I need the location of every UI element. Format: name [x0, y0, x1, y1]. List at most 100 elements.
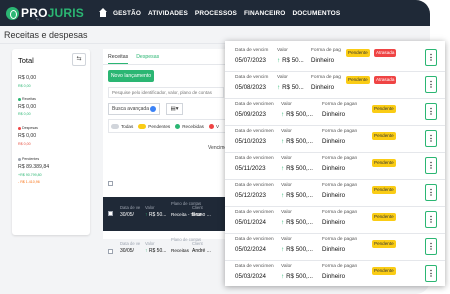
status-badge-pending: Pendente — [372, 159, 396, 167]
nav-item-atividades[interactable]: ATIVIDADES — [148, 10, 188, 17]
more-options-button[interactable]: ⋮ — [425, 211, 437, 228]
nav-item-documentos[interactable]: DOCUMENTOS — [292, 10, 340, 17]
amount: ↑ R$ 500,... — [281, 138, 313, 145]
despesas-dot-icon — [18, 126, 21, 130]
amount: ↑ R$ 50... — [277, 57, 304, 64]
installment-row[interactable]: Data de vencimen 05/09/2023 Valor ↑ R$ 500,.… — [225, 99, 445, 126]
nav-item-gestao[interactable]: GESTÃO — [113, 10, 141, 17]
arrow-up-icon: ↑ — [281, 219, 285, 226]
installment-row[interactable]: Data de vencimen 05/03/2024 Valor ↑ R$ 500,.… — [225, 261, 445, 286]
payment-method: Dinheiro — [322, 219, 346, 226]
installment-row[interactable]: Data de vencim 05/07/2023 Valor ↑ R$ 50... Fo… — [225, 45, 445, 72]
filter-recebidas[interactable]: Recebidas — [175, 123, 204, 129]
installment-row[interactable]: Data de vencim 05/08/2023 Valor ↑ R$ 50... Fo… — [225, 72, 445, 99]
due-label: Data de ve — [120, 241, 141, 246]
client-label: Client — [192, 205, 203, 210]
summary-toggle-button[interactable]: ⇆ — [72, 53, 86, 66]
installments-popup: Data de vencim 05/07/2023 Valor ↑ R$ 50... Fo… — [225, 41, 445, 286]
more-options-button[interactable]: ⋮ — [425, 184, 437, 201]
nav-menu: GESTÃO ATIVIDADES PROCESSOS FINANCEIRO D… — [113, 10, 347, 17]
logo-text: PROJURIS — [21, 6, 84, 20]
receitas-dot-icon — [18, 97, 21, 101]
receitas-sub: R$ 0,00 — [18, 112, 31, 116]
due-date: 30/05/ — [120, 212, 134, 218]
status-badge-late: Atrasada — [374, 49, 397, 57]
filter-pendentes[interactable]: Pendentes — [138, 123, 170, 129]
summary-card: Total ⇆ R$ 0,00 R$ 0,00 Receitas R$ 0,00… — [12, 49, 90, 235]
tab-receitas[interactable]: Receitas — [108, 54, 129, 64]
summary-title: Total — [18, 56, 34, 65]
filter-vencidas[interactable]: V — [208, 123, 219, 129]
top-navbar: PROJURIS by ... GESTÃO ATIVIDADES PROCES… — [0, 0, 430, 26]
receitas-label: Receitas — [18, 97, 36, 101]
row-checkbox[interactable] — [108, 211, 113, 216]
payment-method: Dinheiro — [322, 138, 346, 145]
value-label: Valor — [281, 129, 292, 134]
amount: ↑ R$ 500,... — [281, 165, 313, 172]
payment-method: Dinheiro — [311, 84, 335, 91]
more-options-button[interactable]: ⋮ — [425, 103, 437, 120]
payment-label: Forma de pagan — [322, 183, 358, 188]
toggle-icon — [111, 123, 119, 129]
due-date: 05/01/2024 — [235, 219, 266, 226]
due-label: Data de vencimen — [235, 102, 274, 107]
due-date: 05/03/2024 — [235, 273, 266, 280]
logo[interactable]: PROJURIS — [6, 0, 84, 26]
due-date: 05/08/2023 — [235, 84, 266, 91]
tab-bar: Receitas Despesas — [108, 54, 167, 64]
amount: ↑ R$ 500,... — [281, 273, 313, 280]
more-options-button[interactable]: ⋮ — [425, 265, 437, 282]
logo-tagline: by ... — [36, 17, 43, 21]
logo-mark-icon — [6, 6, 19, 20]
value-label: Valor — [277, 48, 288, 53]
pendentes-value: R$ 89.389,84 — [18, 164, 50, 170]
row-checkbox[interactable] — [108, 249, 113, 254]
payment-method: Dinheiro — [322, 165, 346, 172]
receitas-value: R$ 0,00 — [18, 104, 37, 110]
due-label: Data de vencimen — [235, 156, 274, 161]
status-badge-pending: Pendente — [372, 240, 396, 248]
status-badge-pending: Pendente — [372, 186, 396, 194]
payment-label: Forma de pagan — [322, 237, 358, 242]
home-icon[interactable] — [98, 8, 108, 18]
export-button[interactable]: ▤▾ — [166, 103, 183, 115]
arrow-up-icon: ↑ — [281, 165, 285, 172]
status-badge-pending: Pendente — [346, 49, 370, 57]
payment-method: Dinheiro — [322, 192, 346, 199]
more-options-button[interactable]: ⋮ — [425, 130, 437, 147]
installment-row[interactable]: Data de vencimen 05/01/2024 Valor ↑ R$ 500,.… — [225, 207, 445, 234]
value-label: Valor — [281, 264, 292, 269]
value-label: Valor — [277, 75, 288, 80]
status-badge-pending: Pendente — [372, 213, 396, 221]
nav-item-processos[interactable]: PROCESSOS — [195, 10, 237, 17]
installment-row[interactable]: Data de vencimen 05/02/2024 Valor ↑ R$ 500,.… — [225, 234, 445, 261]
toggle-icon — [175, 123, 181, 129]
more-options-button[interactable]: ⋮ — [425, 49, 437, 66]
new-entry-button[interactable]: Novo lançamento — [108, 70, 154, 82]
client-name: Bruno ... — [192, 212, 211, 218]
value-label: Valor — [145, 205, 155, 210]
kebab-icon: ⋮ — [427, 215, 435, 224]
more-options-button[interactable]: ⋮ — [425, 238, 437, 255]
status-badge-pending: Pendente — [372, 267, 396, 275]
select-all-checkbox[interactable] — [108, 181, 113, 186]
value-label: Valor — [281, 183, 292, 188]
installment-row[interactable]: Data de vencimen 05/10/2023 Valor ↑ R$ 500,.… — [225, 126, 445, 153]
tab-despesas[interactable]: Despesas — [136, 54, 159, 64]
advanced-search-button[interactable]: Busca avançada — [108, 103, 160, 115]
kebab-icon: ⋮ — [427, 269, 435, 278]
arrow-up-icon: ↑ — [281, 273, 285, 280]
more-options-button[interactable]: ⋮ — [425, 157, 437, 174]
more-options-button[interactable]: ⋮ — [425, 76, 437, 93]
installment-row[interactable]: Data de vencimen 05/12/2023 Valor ↑ R$ 500,.… — [225, 180, 445, 207]
payment-method: Dinheiro — [322, 111, 346, 118]
nav-item-financeiro[interactable]: FINANCEIRO — [244, 10, 285, 17]
search-input[interactable]: Pesquise pelo identificador, valor, plan… — [108, 87, 224, 98]
amount: ↑ R$ 500,... — [281, 246, 313, 253]
due-date: 05/09/2023 — [235, 111, 266, 118]
installment-row[interactable]: Data de vencimen 05/11/2023 Valor ↑ R$ 500,.… — [225, 153, 445, 180]
due-label: Data de vencim — [235, 75, 269, 80]
pendentes-sub-negative: - R$ 1.410,96 — [18, 180, 40, 184]
filter-todas[interactable]: Todas — [111, 123, 133, 129]
status-filter-bar: Todas Pendentes Recebidas V — [108, 119, 228, 133]
